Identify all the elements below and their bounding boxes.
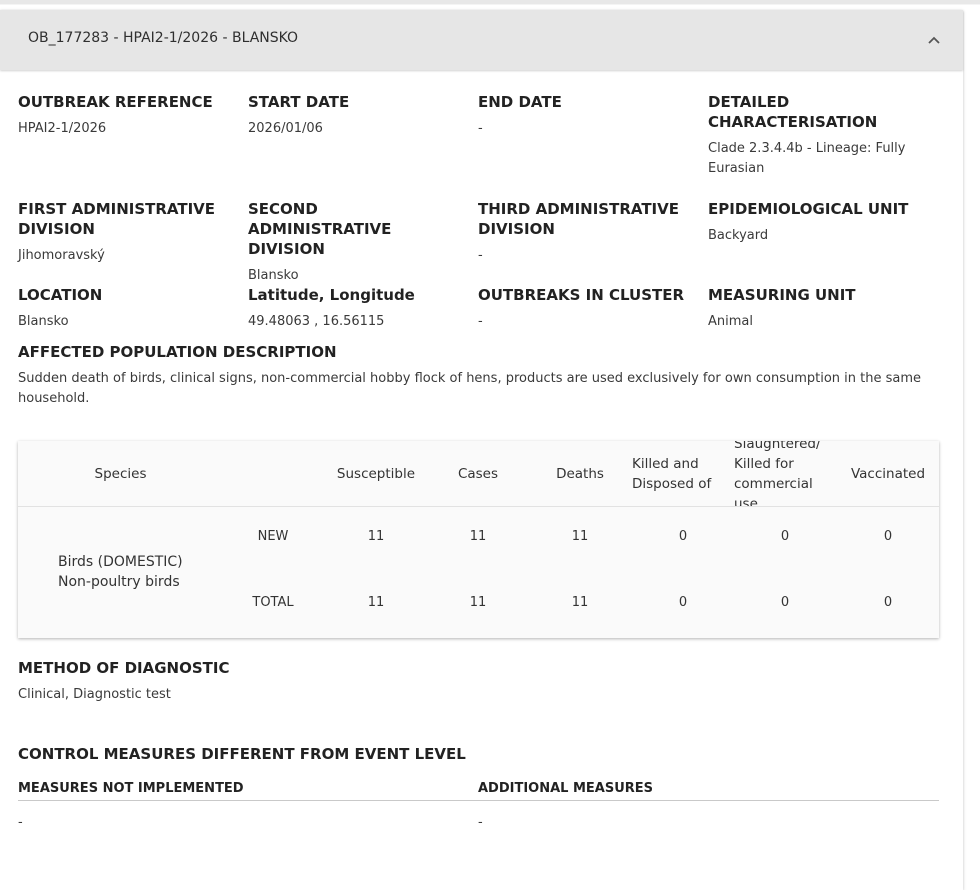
field-label: EPIDEMIOLOGICAL UNIT [708,200,909,218]
field-outbreak-reference: OUTBREAK REFERENCE HPAI2-1/2026 [18,92,233,139]
table-header-row: Species Susceptible Cases Deaths Killed … [18,441,939,507]
field-label: DETAILED CHARACTERISATION [708,93,878,131]
field-lat-long: Latitude, Longitude 49.48063 , 16.56115 [248,285,463,332]
col-slaughtered: Slaughtered/ Killed for commercial use [734,441,821,506]
field-label: LOCATION [18,286,103,304]
cell-vaccinated: 0 [883,529,893,544]
col-killed-disposed: Killed and Disposed of [632,455,712,492]
field-outbreaks-in-cluster: OUTBREAKS IN CLUSTER - [478,285,693,332]
col-species: Species [94,465,147,482]
measures-not-implemented: MEASURES NOT IMPLEMENTED [18,781,458,796]
field-label: OUTBREAK REFERENCE [18,93,213,111]
field-third-admin-division: THIRD ADMINISTRATIVE DIVISION - [478,199,693,266]
population-table: Species Susceptible Cases Deaths Killed … [18,441,939,638]
row-type: NEW [257,529,289,544]
divider [18,800,939,801]
affected-population-description: Sudden death of birds, clinical signs, n… [18,371,922,406]
field-first-admin-division: FIRST ADMINISTRATIVE DIVISION Jihomoravs… [18,199,233,266]
species-name: Birds (DOMESTIC) Non-poultry birds [58,554,183,590]
cell-slaughtered: 0 [780,595,790,610]
col-susceptible: Susceptible [336,465,416,482]
field-end-date: END DATE - [478,92,693,139]
field-value: 49.48063 , 16.56115 [248,314,385,329]
field-measuring-unit: MEASURING UNIT Animal [708,285,923,332]
cell-deaths: 11 [571,529,589,544]
top-border-shade [0,4,980,5]
field-value: - [478,248,483,263]
cell-slaughtered: 0 [780,529,790,544]
measures-not-implemented-value: - [18,815,23,830]
col-deaths: Deaths [556,465,604,482]
cell-vaccinated: 0 [883,595,893,610]
cell-killed: 0 [678,529,688,544]
subheading: MEASURES NOT IMPLEMENTED [18,781,244,796]
additional-measures-value: - [478,815,483,830]
field-label: THIRD ADMINISTRATIVE DIVISION [478,200,679,238]
field-detailed-characterisation: DETAILED CHARACTERISATION Clade 2.3.4.4b… [708,92,923,179]
affected-population-section: AFFECTED POPULATION DESCRIPTION Sudden d… [18,342,943,409]
subheading: ADDITIONAL MEASURES [478,781,654,796]
cell-deaths: 11 [571,595,589,610]
field-value: Blansko [248,268,299,283]
field-value: Backyard [708,228,769,243]
field-label: START DATE [248,93,350,111]
field-value: - [478,314,483,329]
field-label: Latitude, Longitude [248,286,415,304]
section-heading: METHOD OF DIAGNOSTIC [18,659,230,677]
cell-cases: 11 [469,529,487,544]
control-measures-section: CONTROL MEASURES DIFFERENT FROM EVENT LE… [18,744,943,764]
field-value: - [478,121,483,136]
field-epidemiological-unit: EPIDEMIOLOGICAL UNIT Backyard [708,199,923,246]
cell-susceptible: 11 [367,595,385,610]
col-cases: Cases [457,465,499,482]
field-label: END DATE [478,93,562,111]
field-start-date: START DATE 2026/01/06 [248,92,463,139]
cell-susceptible: 11 [367,529,385,544]
outbreak-panel: OB_177283 - HPAI2-1/2026 - BLANSKO OUTBR… [0,10,963,890]
field-second-admin-division: SECOND ADMINISTRATIVE DIVISION Blansko [248,199,463,286]
field-label: OUTBREAKS IN CLUSTER [478,286,685,304]
field-value: 2026/01/06 [248,121,323,136]
field-value: Clade 2.3.4.4b - Lineage: Fully Eurasian [708,141,906,176]
field-label: FIRST ADMINISTRATIVE DIVISION [18,200,216,238]
cell-cases: 11 [469,595,487,610]
method-of-diagnostic-section: METHOD OF DIAGNOSTIC Clinical, Diagnosti… [18,658,943,705]
field-location: LOCATION Blansko [18,285,233,332]
field-label: SECOND ADMINISTRATIVE DIVISION [248,200,392,258]
panel-header[interactable]: OB_177283 - HPAI2-1/2026 - BLANSKO [0,10,963,70]
method-of-diagnostic-value: Clinical, Diagnostic test [18,687,171,702]
cell-killed: 0 [678,595,688,610]
field-value: Animal [708,314,753,329]
col-vaccinated: Vaccinated [850,465,926,482]
panel-title: OB_177283 - HPAI2-1/2026 - BLANSKO [28,30,299,46]
row-type: TOTAL [252,595,294,610]
field-value: HPAI2-1/2026 [18,121,107,136]
section-heading: AFFECTED POPULATION DESCRIPTION [18,343,337,361]
section-heading: CONTROL MEASURES DIFFERENT FROM EVENT LE… [18,745,466,763]
field-value: Jihomoravský [18,248,105,263]
field-label: MEASURING UNIT [708,286,856,304]
field-value: Blansko [18,314,69,329]
chevron-up-icon[interactable] [926,32,942,48]
additional-measures: ADDITIONAL MEASURES [478,781,918,796]
